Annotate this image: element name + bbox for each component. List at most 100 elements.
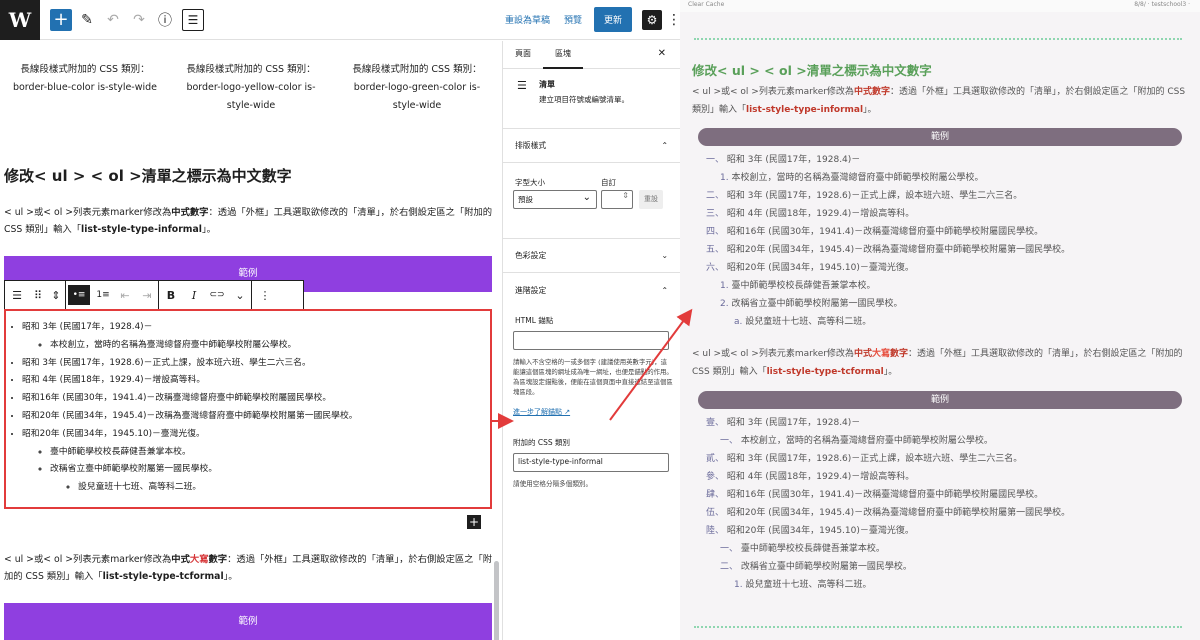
preview-list-item: 壹、 昭和 3年 (民國17年，1928.4)－ bbox=[706, 414, 1070, 432]
preview-list-item: 二、 昭和 3年 (民國17年，1928.6)－正式上課，設本班六班、學生二六三… bbox=[706, 187, 1070, 205]
para-bold: 中式 bbox=[853, 349, 872, 359]
link-icon[interactable]: ⊂⊃ bbox=[205, 281, 229, 309]
pen-icon[interactable]: ✎ bbox=[76, 0, 98, 40]
list-block[interactable]: 昭和 3年 (民國17年，1928.4)－ 本校創立，當時的名稱為臺灣總督府臺中… bbox=[4, 309, 492, 509]
list-item-text: 昭和 3年 (民國17年，1928.6)－正式上課，設本班六班、學生二六三名。 bbox=[22, 357, 311, 368]
block-editor: W + ✎ ↶ ↷ ⓘ ☰ 重設為草稿 預覽 更新 ⚙ ⋮ 長線段樣式附加的 C… bbox=[0, 0, 680, 640]
admin-bar-right[interactable]: 8/8/ · testschool3 · bbox=[1134, 0, 1190, 10]
list-marker: 貳、 bbox=[706, 454, 727, 464]
reset-button[interactable]: 重設 bbox=[639, 190, 663, 209]
example-banner[interactable]: 範例 bbox=[4, 603, 492, 640]
column-text-2[interactable]: 長線段樣式附加的 CSS 類別：border-logo-yellow-color… bbox=[176, 61, 326, 115]
editor-scrollbar[interactable] bbox=[494, 561, 499, 640]
para-bold: 數字 bbox=[889, 349, 908, 359]
switch-to-draft-button[interactable]: 重設為草稿 bbox=[505, 0, 550, 40]
list-item-text: 昭和 3年 (民國17年，1928.4)－ bbox=[22, 322, 153, 332]
wordpress-logo-icon[interactable]: W bbox=[0, 0, 40, 40]
block-options-icon[interactable]: ⋮ bbox=[252, 281, 278, 309]
list-item-text: 改稱省立臺中師範學校附屬第一國民學校。 bbox=[731, 299, 903, 309]
paragraph-tcformal[interactable]: < ul >或< ol >列表元素marker修改為中式大寫數字：透過「外框」工… bbox=[4, 551, 496, 585]
font-size-select[interactable]: 預設 bbox=[513, 190, 597, 209]
list-item-text: 改稱省立臺中師範學校附屬第一國民學校。 bbox=[50, 464, 218, 475]
list-item[interactable]: 臺中師範學校校長薛健吾兼掌本校。 bbox=[50, 444, 486, 462]
list-item[interactable]: 昭和20年 (民國34年，1945.4)－改稱為臺灣總督府臺中師範學校附屬第一國… bbox=[22, 408, 486, 426]
css-class-input[interactable]: list-style-type-informal bbox=[513, 453, 669, 472]
indent-icon[interactable]: ⇥ bbox=[136, 281, 158, 309]
admin-bar: Clear Cache 8/8/ · testschool3 · bbox=[680, 0, 1200, 12]
preview-list-item: 1. 臺中師範學校校長薛健吾兼掌本校。 bbox=[706, 277, 1070, 295]
html-anchor-input[interactable] bbox=[513, 331, 669, 350]
info-icon[interactable]: ⓘ bbox=[154, 0, 176, 40]
move-up-down-icon[interactable]: ⇕ bbox=[47, 281, 65, 309]
list-item-text: 昭和 4年 (民國18年，1929.4)－增設高等科。 bbox=[726, 209, 915, 219]
panel-title: 進階設定 bbox=[515, 285, 547, 295]
preview-list-item: 2. 改稱省立臺中師範學校附屬第一國民學校。 bbox=[706, 295, 1070, 313]
editor-toolbar: W + ✎ ↶ ↷ ⓘ ☰ 重設為草稿 預覽 更新 ⚙ ⋮ bbox=[0, 0, 680, 40]
list-marker: 參、 bbox=[706, 472, 727, 482]
list-marker: 1. bbox=[720, 173, 732, 183]
para-bold: 數字 bbox=[208, 554, 228, 565]
toolbar-divider bbox=[65, 281, 66, 309]
para-text: 」。 bbox=[201, 224, 216, 235]
undo-icon[interactable]: ↶ bbox=[102, 0, 124, 40]
close-icon[interactable]: ✕ bbox=[658, 48, 666, 59]
settings-gear-icon[interactable]: ⚙ bbox=[642, 9, 662, 30]
list-item-text: 昭和 3年 (民國17年，1928.6)－正式上課，設本班六班、學生二六三名。 bbox=[726, 191, 1023, 201]
add-block-button[interactable]: + bbox=[50, 8, 72, 31]
column-text-1[interactable]: 長線段樣式附加的 CSS 類別：border-blue-color is-sty… bbox=[10, 61, 160, 115]
panel-title: 排版樣式 bbox=[515, 141, 547, 150]
advanced-panel-toggle[interactable]: 進階設定 ⌃ bbox=[503, 273, 680, 307]
paragraph-informal[interactable]: < ul >或< ol >列表元素marker修改為中式數字：透過「外框」工具選… bbox=[4, 204, 496, 238]
para-class: list-style-type-informal bbox=[746, 105, 864, 115]
typography-panel: 字型大小 自訂 預設 ⇕ 重設 bbox=[503, 163, 680, 239]
bold-icon[interactable]: B bbox=[159, 281, 183, 309]
para-text: < ul >或< ol >列表元素marker修改為 bbox=[692, 87, 854, 97]
list-marker: 二、 bbox=[720, 562, 741, 572]
unordered-list-icon[interactable]: •≡ bbox=[68, 285, 90, 305]
outdent-icon[interactable]: ⇤ bbox=[114, 281, 136, 309]
section-heading[interactable]: 修改< ul > < ol >清單之標示為中文數字 bbox=[4, 165, 292, 186]
tab-page[interactable]: 頁面 bbox=[503, 41, 543, 69]
chevron-down-icon[interactable]: ⌄ bbox=[229, 281, 251, 309]
list-item[interactable]: 昭和 4年 (民國18年，1929.4)－增設高等科。 bbox=[22, 372, 486, 390]
chevron-up-icon: ⌃ bbox=[661, 141, 668, 150]
learn-more-link[interactable]: 進一步了解錨點 ↗ bbox=[513, 407, 570, 417]
drag-handle-icon[interactable]: ⠿ bbox=[29, 281, 47, 309]
list-item-text: 昭和 3年 (民國17年，1928.4)－ bbox=[726, 155, 861, 165]
block-inserter-icon[interactable]: + bbox=[467, 515, 481, 529]
list-item[interactable]: 設兒童班十七班、高等科二班。 bbox=[78, 479, 486, 497]
italic-icon[interactable]: I bbox=[183, 281, 205, 309]
column-text-3[interactable]: 長線段樣式附加的 CSS 類別：border-logo-green-color … bbox=[342, 61, 492, 115]
admin-bar-left[interactable]: Clear Cache bbox=[688, 1, 724, 8]
typography-panel-toggle[interactable]: 排版樣式 ⌃ bbox=[503, 129, 680, 163]
list-item-text: 昭和16年 (民國30年，1941.4)－改稱臺灣總督府臺中師範學校附屬國民學校… bbox=[22, 393, 332, 404]
list-block-icon[interactable]: ☰ bbox=[5, 281, 29, 309]
preview-list-item: 三、 昭和 4年 (民國18年，1929.4)－增設高等科。 bbox=[706, 205, 1070, 223]
preview-paragraph-informal: < ul >或< ol >列表元素marker修改為中式數字：透過「外框」工具選… bbox=[692, 83, 1188, 119]
list-item-text: 昭和 4年 (民國18年，1929.4)－增設高等科。 bbox=[726, 472, 915, 482]
list-item[interactable]: 本校創立，當時的名稱為臺灣總督府臺中師範學校附屬公學校。 bbox=[50, 337, 486, 355]
css-class-help-text: 請使用空格分隔多個類別。 bbox=[513, 480, 593, 488]
preview-button[interactable]: 預覽 bbox=[564, 0, 582, 40]
custom-size-stepper[interactable]: ⇕ bbox=[601, 190, 633, 209]
list-item[interactable]: 昭和 3年 (民國17年，1928.6)－正式上課，設本班六班、學生二六三名。 bbox=[22, 355, 486, 373]
list-item[interactable]: 昭和 3年 (民國17年，1928.4)－ 本校創立，當時的名稱為臺灣總督府臺中… bbox=[22, 319, 486, 355]
list-marker: 一、 bbox=[720, 544, 741, 554]
tab-block[interactable]: 區塊 bbox=[543, 41, 583, 69]
color-panel-toggle[interactable]: 色彩設定 ⌄ bbox=[503, 239, 680, 273]
list-item-text: 昭和 3年 (民國17年，1928.6)－正式上課，設本班六班、學生二六三名。 bbox=[726, 454, 1023, 464]
list-marker: 二、 bbox=[706, 191, 727, 201]
list-item[interactable]: 改稱省立臺中師範學校附屬第一國民學校。 設兒童班十七班、高等科二班。 bbox=[50, 461, 486, 497]
more-options-icon[interactable]: ⋮ bbox=[667, 0, 680, 40]
ordered-list-icon[interactable]: 1≡ bbox=[92, 281, 114, 309]
list-item[interactable]: 昭和16年 (民國30年，1941.4)－改稱臺灣總督府臺中師範學校附屬國民學校… bbox=[22, 390, 486, 408]
dotted-divider bbox=[694, 38, 1182, 40]
list-item[interactable]: 昭和20年 (民國34年，1945.10)－臺灣光復。 臺中師範學校校長薛健吾兼… bbox=[22, 426, 486, 497]
css-class-label: 附加的 CSS 類別 bbox=[513, 438, 571, 447]
list-marker: 三、 bbox=[706, 209, 727, 219]
list-view-icon[interactable]: ☰ bbox=[182, 8, 204, 31]
list-marker: 四、 bbox=[706, 227, 727, 237]
update-button[interactable]: 更新 bbox=[593, 7, 632, 32]
redo-icon[interactable]: ↷ bbox=[128, 0, 150, 40]
list-item-text: 昭和20年 (民國34年，1945.10)－臺灣光復。 bbox=[22, 428, 205, 439]
